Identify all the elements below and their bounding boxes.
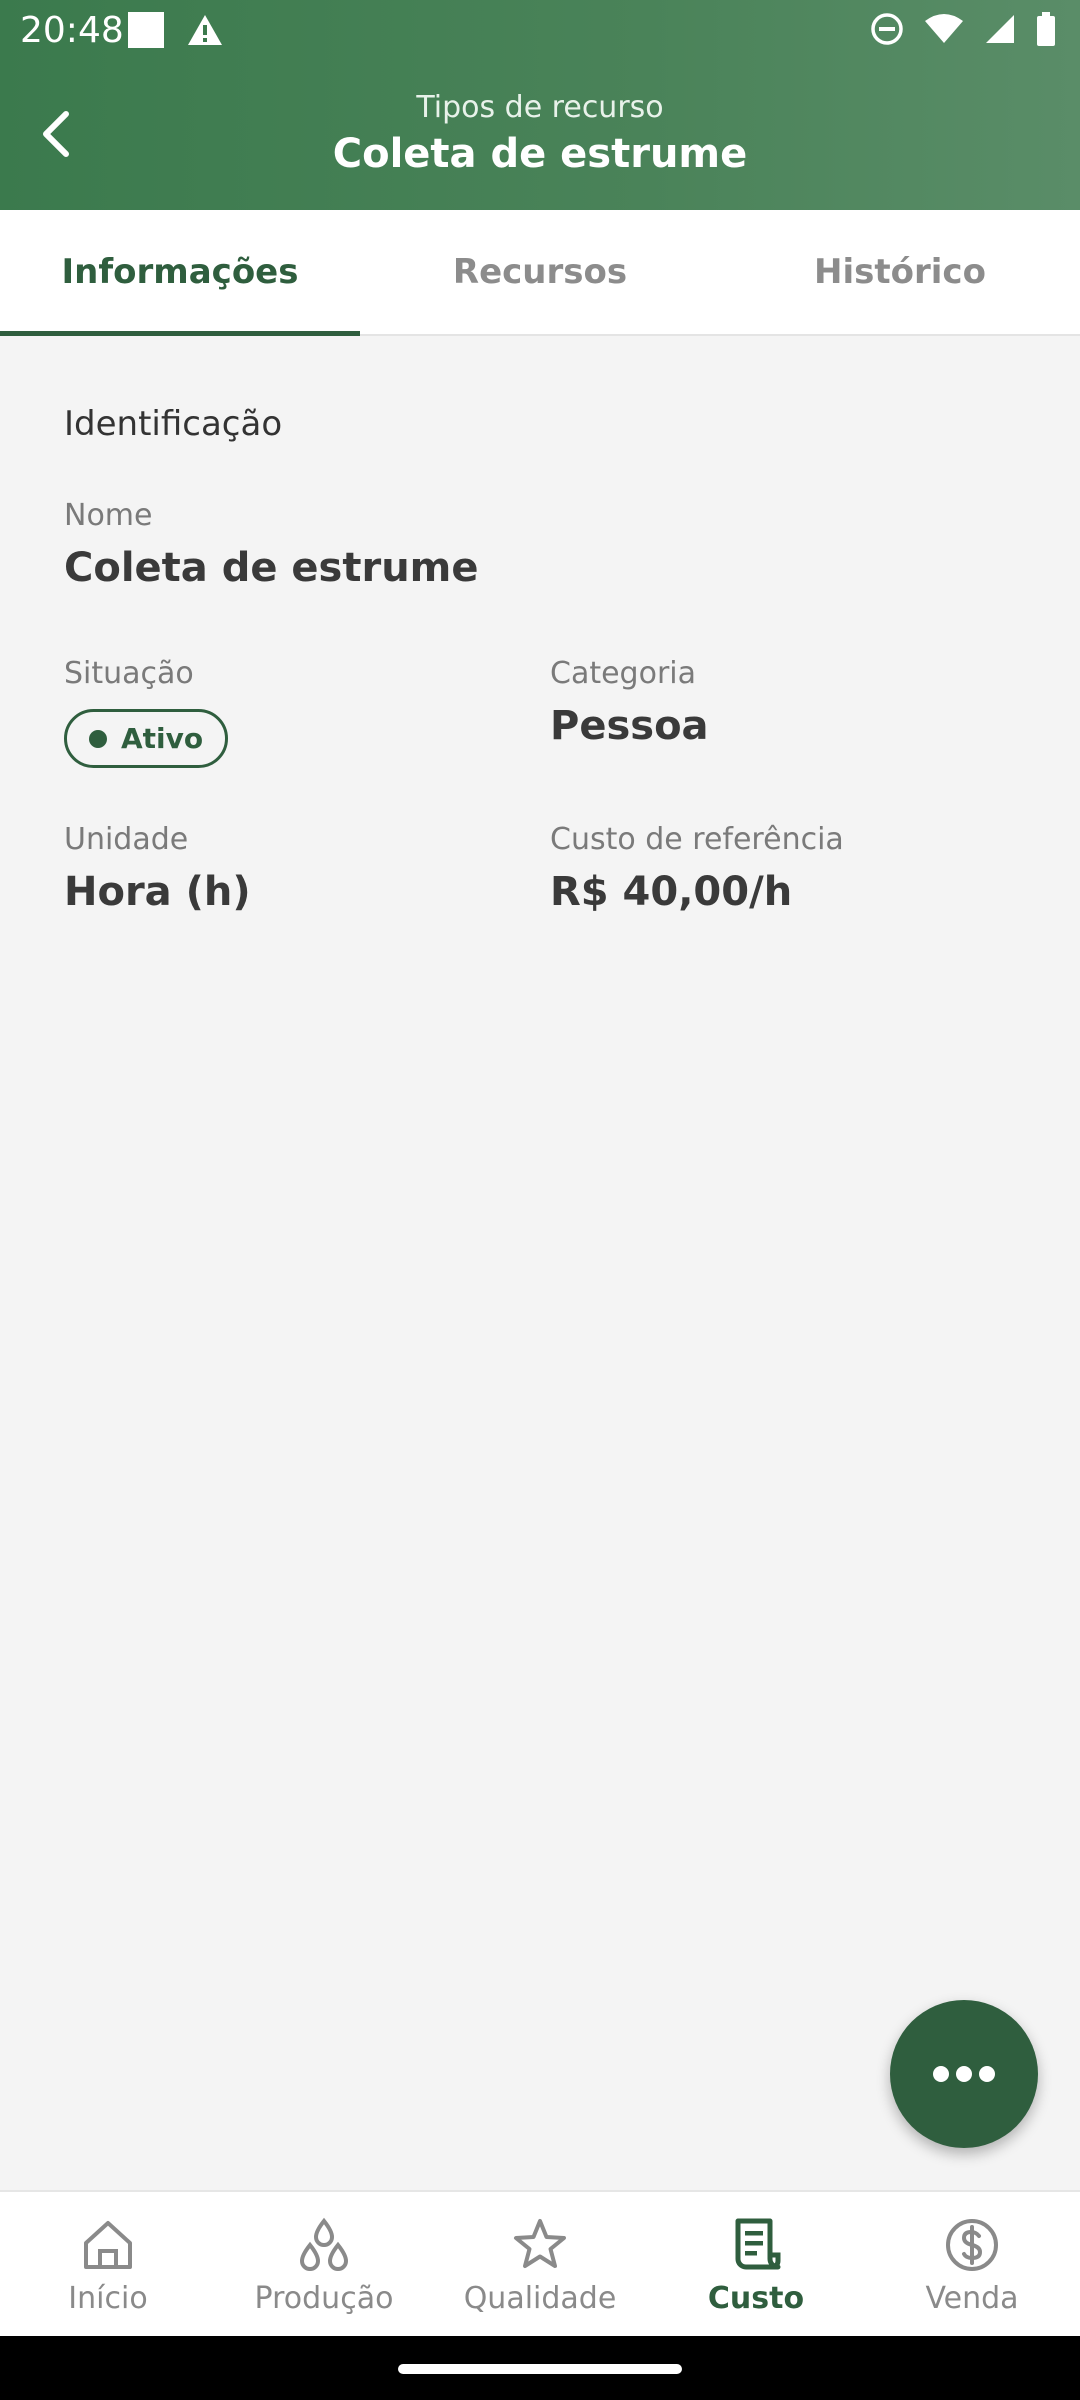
warning-icon — [188, 15, 222, 45]
signal-icon — [986, 15, 1014, 43]
field-label: Nome — [64, 498, 153, 533]
nav-item-qualidade[interactable]: Qualidade — [432, 2192, 648, 2338]
tab-bar: Informações Recursos Histórico — [0, 210, 1080, 336]
section-title: Identificação — [64, 404, 283, 444]
status-dot-icon — [89, 729, 107, 748]
nav-label: Produção — [254, 2280, 394, 2316]
wifi-icon — [925, 14, 963, 43]
field-label: Unidade — [64, 822, 189, 857]
nav-label: Custo — [707, 2280, 805, 2316]
more-horizontal-icon — [933, 2066, 995, 2082]
star-icon — [514, 2218, 566, 2268]
status-time: 20:48 — [20, 10, 124, 51]
status-bar: 20:48 — [0, 0, 1080, 64]
more-options-fab[interactable] — [890, 2000, 1038, 2148]
tab-recursos[interactable]: Recursos — [360, 210, 720, 334]
appbar-title: Coleta de estrume — [332, 131, 748, 177]
nav-label: Venda — [925, 2280, 1019, 2316]
receipt-icon — [735, 2218, 781, 2269]
status-badge: Ativo — [64, 709, 229, 768]
field-label: Custo de referência — [550, 822, 844, 857]
gesture-handle[interactable] — [398, 2364, 682, 2374]
nav-item-custo[interactable]: Custo — [648, 2192, 864, 2338]
app-header: 20:48 Tipos de recurso Coleta de estrume — [0, 0, 1080, 210]
field-unidade: Unidade Hora (h) — [64, 822, 251, 915]
field-label: Situação — [64, 656, 194, 691]
nav-item-inicio[interactable]: Início — [0, 2192, 216, 2338]
droplets-icon — [299, 2217, 349, 2271]
battery-icon — [1037, 12, 1055, 46]
tab-historico[interactable]: Histórico — [720, 210, 1080, 334]
field-value: R$ 40,00/h — [550, 869, 793, 915]
appbar-titles: Tipos de recurso Coleta de estrume — [0, 90, 1080, 177]
dollar-circle-icon — [946, 2218, 998, 2271]
field-nome: Nome Coleta de estrume — [64, 498, 478, 591]
field-value: Pessoa — [550, 703, 709, 749]
notification-square-icon — [128, 12, 164, 48]
tab-informacoes[interactable]: Informações — [0, 210, 360, 336]
field-value: Coleta de estrume — [64, 545, 479, 591]
do-not-disturb-icon — [871, 13, 903, 45]
home-icon — [84, 2220, 132, 2269]
bottom-navigation: Início Produção Qualidade Custo Venda — [0, 2190, 1080, 2338]
nav-item-venda[interactable]: Venda — [864, 2192, 1080, 2338]
nav-label: Início — [68, 2280, 148, 2316]
status-badge-label: Ativo — [121, 722, 204, 755]
system-gesture-bar — [0, 2336, 1080, 2400]
field-label: Categoria — [550, 656, 697, 691]
field-custo: Custo de referência R$ 40,00/h — [550, 822, 844, 915]
appbar-subtitle: Tipos de recurso — [416, 90, 664, 125]
field-situacao: Situação Ativo — [64, 656, 229, 768]
field-value: Hora (h) — [64, 869, 251, 915]
nav-item-producao[interactable]: Produção — [216, 2192, 432, 2338]
field-categoria: Categoria Pessoa — [550, 656, 709, 749]
nav-label: Qualidade — [463, 2280, 617, 2316]
